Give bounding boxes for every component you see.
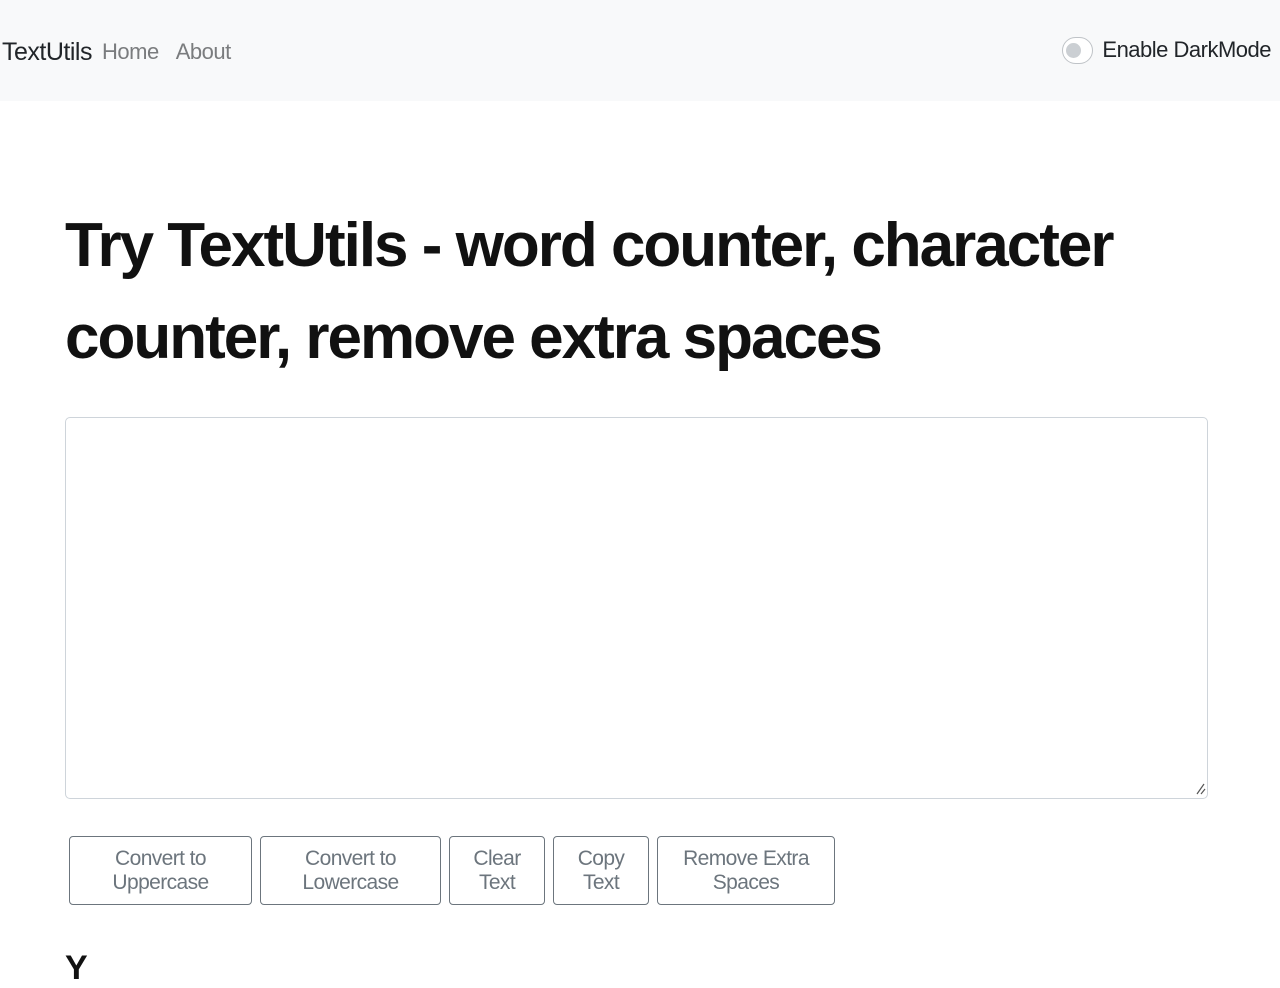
copy-text-button[interactable]: Copy Text	[553, 836, 649, 905]
switch-knob	[1066, 42, 1082, 58]
resize-grip-icon[interactable]	[1196, 782, 1206, 795]
page-title: Try TextUtils - word counter, character …	[65, 211, 1115, 372]
brand-link[interactable]: TextUtils	[2, 34, 92, 70]
convert-lowercase-button[interactable]: Convert to Lowercase	[260, 836, 441, 905]
nav-links: Home About	[102, 36, 231, 68]
nav-link-home[interactable]: Home	[102, 36, 159, 68]
summary-heading: Y	[65, 949, 88, 987]
convert-uppercase-button[interactable]: Convert to Uppercase	[69, 836, 252, 905]
clear-text-button[interactable]: Clear Text	[449, 836, 545, 905]
darkmode-label[interactable]: Enable DarkMode	[1102, 34, 1271, 66]
nav-link-about[interactable]: About	[176, 36, 232, 68]
remove-extra-spaces-button[interactable]: Remove Extra Spaces	[657, 836, 835, 905]
darkmode-toggle-group: Enable DarkMode	[1062, 34, 1271, 66]
navbar: TextUtils Home About Enable DarkMode	[0, 0, 1280, 101]
action-buttons: Convert to Uppercase Convert to Lowercas…	[69, 836, 835, 905]
darkmode-switch[interactable]	[1062, 36, 1094, 64]
text-input[interactable]	[65, 417, 1208, 799]
